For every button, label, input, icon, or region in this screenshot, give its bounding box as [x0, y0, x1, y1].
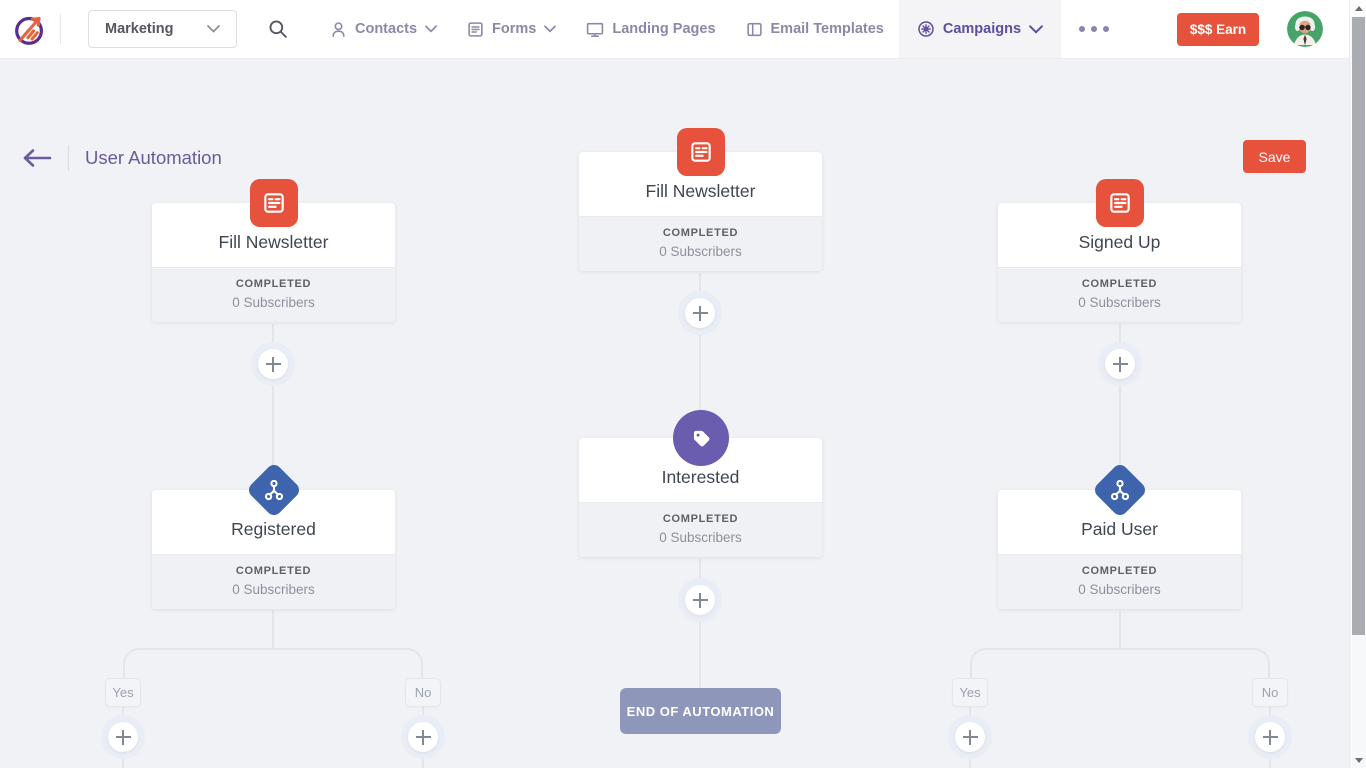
campaign-icon: [917, 20, 935, 38]
more-menu-button[interactable]: [1061, 0, 1127, 58]
node-footer: COMPLETED 0 Subscribers: [152, 554, 395, 609]
scrollbar-thumb[interactable]: [1352, 17, 1365, 635]
node-subscribers: 0 Subscribers: [152, 582, 395, 597]
nav-item-landing-pages[interactable]: Landing Pages: [571, 0, 730, 58]
add-step-button[interactable]: [401, 715, 445, 759]
app-logo[interactable]: [10, 9, 50, 49]
plus-icon: [1105, 349, 1135, 379]
branch-label-no: No: [1252, 678, 1288, 707]
node-fill-newsletter-left[interactable]: Fill Newsletter COMPLETED 0 Subscribers: [152, 203, 395, 322]
dot-icon: [1091, 26, 1097, 32]
workspace-label: Marketing: [105, 21, 174, 37]
node-status: COMPLETED: [998, 565, 1241, 577]
plus-icon: [685, 298, 715, 328]
chevron-down-icon: [425, 25, 437, 33]
newsletter-icon: [250, 179, 298, 227]
add-step-button[interactable]: [678, 578, 722, 622]
search-button[interactable]: [263, 14, 293, 44]
connector-line: [272, 611, 274, 649]
node-subscribers: 0 Subscribers: [579, 530, 822, 545]
add-step-button[interactable]: [1248, 715, 1292, 759]
add-step-button[interactable]: [101, 715, 145, 759]
plus-icon: [685, 585, 715, 615]
monitor-icon: [586, 21, 604, 38]
add-step-button[interactable]: [251, 342, 295, 386]
node-footer: COMPLETED 0 Subscribers: [998, 267, 1241, 322]
nav-item-label: Forms: [492, 21, 536, 37]
nav-item-label: Contacts: [355, 21, 417, 37]
newsletter-icon: [677, 128, 725, 176]
scroll-down-arrow-icon[interactable]: [1350, 752, 1366, 768]
engage-logo-icon: [11, 10, 49, 48]
tag-icon: [673, 410, 729, 466]
automation-canvas: Fill Newsletter COMPLETED 0 Subscribers …: [0, 0, 1366, 768]
nav-item-label: Email Templates: [771, 21, 884, 37]
nav-item-email-templates[interactable]: Email Templates: [731, 0, 899, 58]
node-footer: COMPLETED 0 Subscribers: [579, 216, 822, 271]
nav-item-forms[interactable]: Forms: [452, 0, 571, 58]
node-subscribers: 0 Subscribers: [998, 295, 1241, 310]
branch-label-yes: Yes: [952, 678, 988, 707]
branch-connector-no: [273, 648, 423, 678]
plus-icon: [1255, 722, 1285, 752]
nav-item-label: Campaigns: [943, 21, 1021, 37]
branch-connector-yes: [123, 648, 273, 678]
plus-icon: [955, 722, 985, 752]
scroll-up-arrow-icon[interactable]: [1350, 0, 1366, 16]
connector-line: [1119, 611, 1121, 649]
search-icon: [268, 19, 288, 39]
node-status: COMPLETED: [579, 227, 822, 239]
add-step-button[interactable]: [1098, 342, 1142, 386]
node-footer: COMPLETED 0 Subscribers: [152, 267, 395, 322]
nav-item-campaigns[interactable]: Campaigns: [899, 0, 1061, 58]
node-subscribers: 0 Subscribers: [152, 295, 395, 310]
chevron-down-icon: [1029, 25, 1043, 34]
branch-connector-no: [1120, 648, 1270, 678]
node-footer: COMPLETED 0 Subscribers: [998, 554, 1241, 609]
node-status: COMPLETED: [152, 565, 395, 577]
top-navbar: Marketing Contacts Forms: [0, 0, 1349, 59]
dot-icon: [1103, 26, 1109, 32]
node-interested[interactable]: Interested COMPLETED 0 Subscribers: [579, 438, 822, 557]
node-registered[interactable]: Registered COMPLETED 0 Subscribers: [152, 490, 395, 609]
branch-label-yes: Yes: [105, 678, 141, 707]
avatar-image: [1287, 11, 1323, 47]
add-step-button[interactable]: [948, 715, 992, 759]
node-footer: COMPLETED 0 Subscribers: [579, 502, 822, 557]
node-status: COMPLETED: [998, 278, 1241, 290]
nav-divider: [60, 14, 61, 44]
add-step-button[interactable]: [678, 291, 722, 335]
chevron-down-icon: [207, 25, 220, 33]
plus-icon: [258, 349, 288, 379]
node-status: COMPLETED: [152, 278, 395, 290]
chevron-down-icon: [544, 25, 556, 33]
plus-icon: [108, 722, 138, 752]
branch-label-no: No: [405, 678, 441, 707]
dot-icon: [1079, 26, 1085, 32]
nav-menu: Contacts Forms Landing Pages: [315, 0, 1127, 58]
vertical-scrollbar[interactable]: [1349, 0, 1366, 768]
node-signed-up[interactable]: Signed Up COMPLETED 0 Subscribers: [998, 203, 1241, 322]
branch-connector-yes: [970, 648, 1120, 678]
earn-button[interactable]: $$$ Earn: [1177, 13, 1259, 46]
user-avatar[interactable]: [1287, 11, 1323, 47]
template-icon: [746, 21, 763, 38]
end-of-automation-node: END OF AUTOMATION: [620, 688, 781, 734]
person-icon: [330, 21, 347, 38]
node-status: COMPLETED: [579, 513, 822, 525]
node-fill-newsletter-middle[interactable]: Fill Newsletter COMPLETED 0 Subscribers: [579, 152, 822, 271]
form-icon: [467, 21, 484, 38]
nav-item-label: Landing Pages: [612, 21, 715, 37]
newsletter-icon: [1096, 179, 1144, 227]
nav-item-contacts[interactable]: Contacts: [315, 0, 452, 58]
node-subscribers: 0 Subscribers: [998, 582, 1241, 597]
plus-icon: [408, 722, 438, 752]
node-paid-user[interactable]: Paid User COMPLETED 0 Subscribers: [998, 490, 1241, 609]
node-subscribers: 0 Subscribers: [579, 244, 822, 259]
workspace-selector[interactable]: Marketing: [88, 10, 237, 48]
